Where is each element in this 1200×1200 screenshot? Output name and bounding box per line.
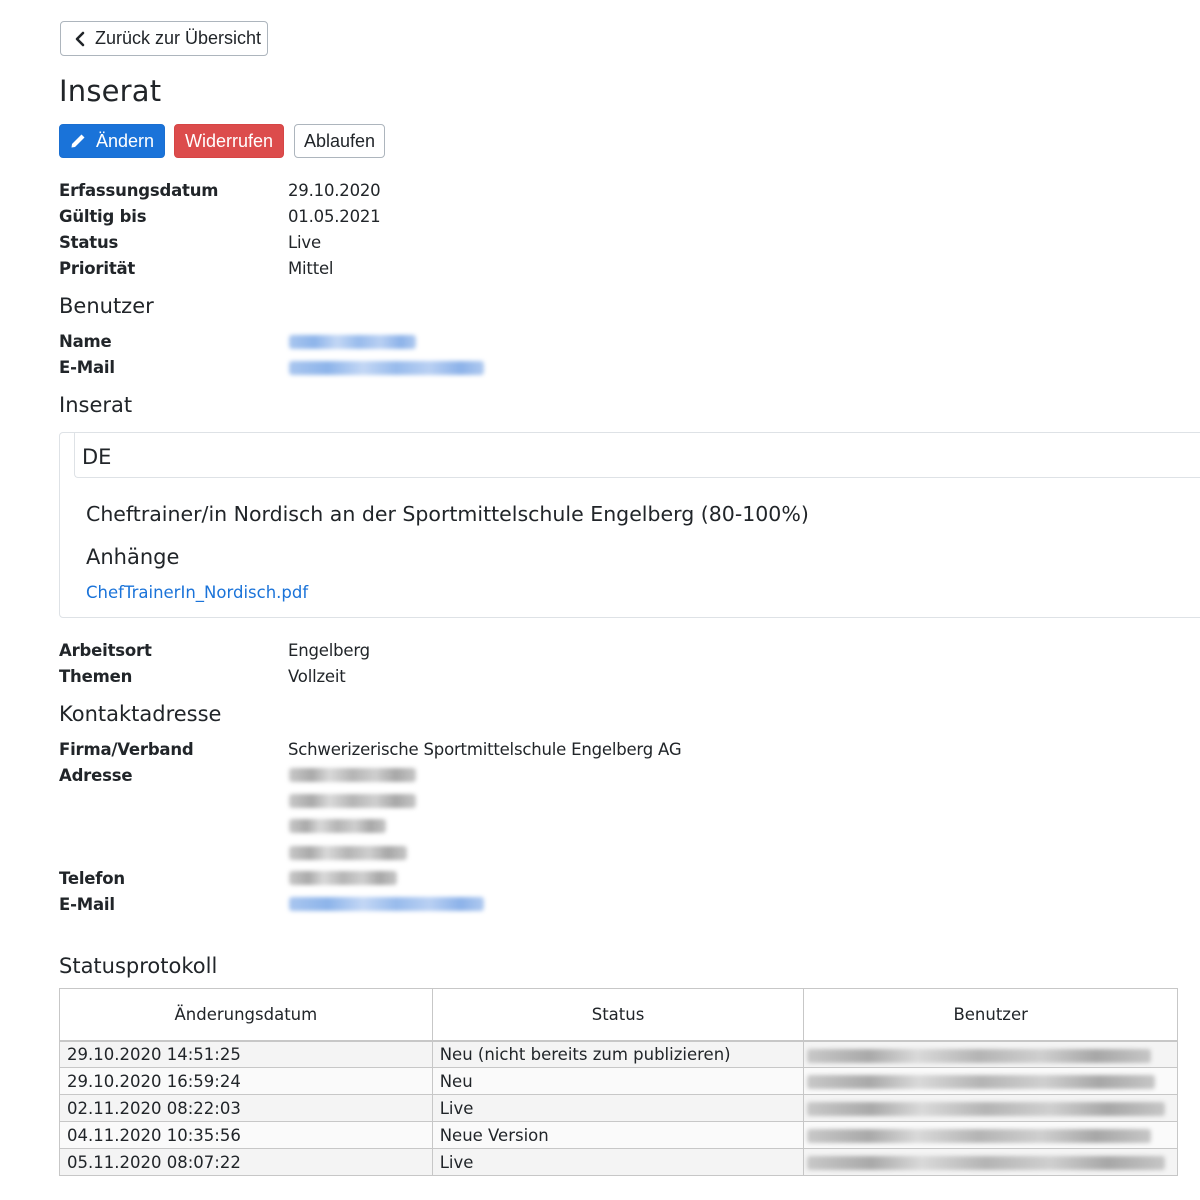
address-line-redacted [289, 768, 416, 782]
log-user-redacted [807, 1048, 1152, 1063]
status-value: Live [288, 233, 321, 252]
log-user-cell [803, 1094, 1178, 1122]
column-header-status: Status [431, 988, 805, 1042]
log-status-cell: Neu (nicht bereits zum publizieren) [431, 1040, 805, 1068]
listing-section-heading: Inserat [59, 393, 133, 417]
table-row: 04.11.2020 10:35:56 Neue Version [59, 1121, 1178, 1149]
address-label: Adresse [59, 766, 133, 785]
table-row: 02.11.2020 08:22:03 Live [59, 1094, 1178, 1122]
table-row: 29.10.2020 16:59:24 Neu [59, 1067, 1178, 1095]
company-label: Firma/Verband [59, 740, 194, 759]
page-title: Inserat [59, 74, 162, 108]
table-row: 05.11.2020 08:07:22 Live [59, 1148, 1178, 1176]
log-user-cell [803, 1121, 1178, 1149]
log-user-cell [803, 1148, 1178, 1176]
language-tab-label: DE [82, 445, 112, 469]
workplace-value: Engelberg [288, 641, 370, 660]
topics-label: Themen [59, 667, 133, 686]
contact-section-heading: Kontaktadresse [59, 702, 222, 726]
priority-value: Mittel [288, 259, 334, 278]
log-status-cell: Neu [431, 1067, 805, 1095]
log-date-cell: 02.11.2020 08:22:03 [59, 1094, 433, 1122]
address-line-redacted [289, 819, 386, 833]
user-name-redacted [289, 335, 416, 349]
user-email-label: E-Mail [59, 358, 115, 377]
log-user-cell [803, 1067, 1178, 1095]
created-date-label: Erfassungsdatum [59, 181, 219, 200]
user-name-label: Name [59, 332, 112, 351]
contact-email-label: E-Mail [59, 895, 115, 914]
valid-until-value: 01.05.2021 [288, 207, 381, 226]
language-tab-de[interactable]: DE [74, 433, 1200, 478]
log-user-cell [803, 1040, 1178, 1068]
log-user-redacted [807, 1129, 1152, 1143]
attachment-link[interactable]: ChefTrainerIn_Nordisch.pdf [86, 583, 308, 602]
table-row: 29.10.2020 14:51:25 Neu (nicht bereits z… [59, 1040, 1178, 1068]
job-title: Cheftrainer/in Nordisch an der Sportmitt… [86, 502, 809, 526]
column-header-date: Änderungsdatum [59, 988, 433, 1042]
log-status-cell: Live [431, 1094, 805, 1122]
user-email-redacted[interactable] [289, 361, 484, 375]
address-line-redacted [289, 846, 407, 860]
user-section-heading: Benutzer [59, 294, 154, 318]
created-date-value: 29.10.2020 [288, 181, 381, 200]
topics-value: Vollzeit [288, 667, 346, 686]
status-log-table: Änderungsdatum Status Benutzer 29.10.202… [59, 988, 1178, 1176]
status-log-heading: Statusprotokoll [59, 954, 218, 978]
log-date-cell: 04.11.2020 10:35:56 [59, 1121, 433, 1149]
chevron-left-icon [73, 30, 87, 48]
log-user-redacted [807, 1075, 1156, 1089]
company-value: Schwerizerische Sportmittelschule Engelb… [288, 740, 682, 759]
contact-email-redacted[interactable] [289, 897, 484, 911]
listing-detail-page: Zurück zur Übersicht Inserat Ändern Wide… [0, 0, 1200, 1200]
log-status-cell: Live [431, 1148, 805, 1176]
edit-button-label: Ändern [95, 130, 155, 151]
log-date-cell: 05.11.2020 08:07:22 [59, 1148, 433, 1176]
back-button-label: Zurück zur Übersicht [95, 28, 262, 48]
listing-card: DE Cheftrainer/in Nordisch an der Sportm… [59, 432, 1200, 618]
workplace-label: Arbeitsort [59, 641, 152, 660]
edit-button[interactable]: Ändern [59, 124, 165, 158]
priority-label: Priorität [59, 259, 136, 278]
valid-until-label: Gültig bis [59, 207, 147, 226]
back-to-overview-button[interactable]: Zurück zur Übersicht [60, 21, 268, 56]
column-header-user: Benutzer [803, 988, 1178, 1042]
log-date-cell: 29.10.2020 14:51:25 [59, 1040, 433, 1068]
table-header-row: Änderungsdatum Status Benutzer [59, 988, 1178, 1042]
log-user-redacted [807, 1102, 1166, 1116]
attachments-heading: Anhänge [86, 545, 180, 569]
address-line-redacted [289, 794, 416, 808]
phone-redacted [289, 871, 397, 885]
phone-label: Telefon [59, 869, 125, 888]
log-user-redacted [807, 1156, 1166, 1170]
expire-button[interactable]: Ablaufen [294, 124, 385, 158]
revoke-button[interactable]: Widerrufen [174, 124, 284, 158]
status-label: Status [59, 233, 119, 252]
log-status-cell: Neue Version [431, 1121, 805, 1149]
log-date-cell: 29.10.2020 16:59:24 [59, 1067, 433, 1095]
pencil-icon [70, 133, 86, 149]
